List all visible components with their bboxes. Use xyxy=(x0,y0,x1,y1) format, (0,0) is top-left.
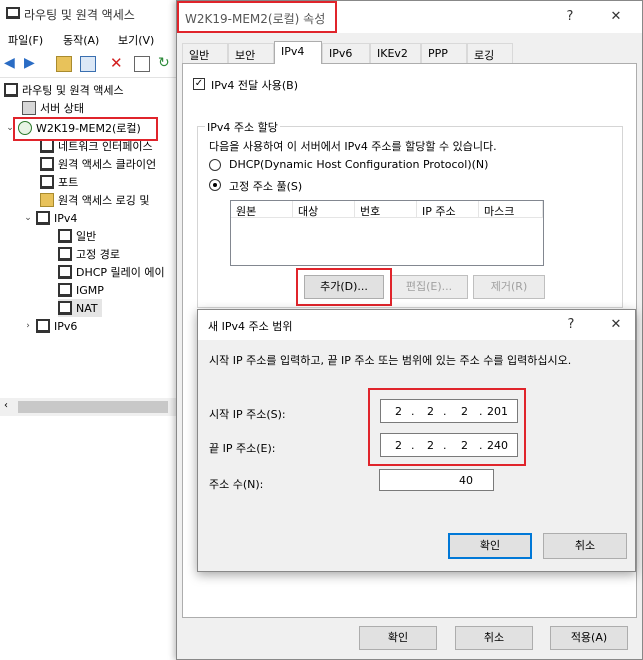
column-number[interactable]: 번호 xyxy=(355,201,417,218)
assignment-description: 다음을 사용하여 이 서버에서 IPv4 주소를 할당할 수 있습니다. xyxy=(209,140,497,153)
menu-view[interactable]: 보기(V) xyxy=(118,32,154,48)
general-icon xyxy=(58,229,72,243)
tree-item-general[interactable]: 일반 xyxy=(58,227,96,245)
help-button[interactable]: ? xyxy=(561,315,581,335)
expand-chevron-icon[interactable]: › xyxy=(22,321,34,331)
mmc-title: 라우팅 및 원격 액세스 xyxy=(24,8,135,22)
tree-item-nat[interactable]: NAT xyxy=(58,299,102,317)
collapse-chevron-icon[interactable]: ⌄ xyxy=(22,213,34,223)
static-pool-label: 고정 주소 풀(S) xyxy=(229,180,303,193)
tab-security[interactable]: 보안 xyxy=(228,43,274,63)
address-count-label: 주소 수(N): xyxy=(209,478,264,491)
tab-ikev2[interactable]: IKEv2 xyxy=(370,43,421,63)
close-button[interactable]: ✕ xyxy=(606,7,626,27)
range-ok-button[interactable]: 확인 xyxy=(448,533,532,559)
rras-app-icon xyxy=(6,7,20,19)
show-hide-tree-icon[interactable] xyxy=(80,56,96,72)
ipv6-icon xyxy=(36,319,50,333)
title-highlight xyxy=(177,1,337,33)
scroll-thumb[interactable] xyxy=(18,401,168,413)
clients-icon xyxy=(40,157,54,171)
server-icon xyxy=(4,83,18,97)
ipv4-icon xyxy=(36,211,50,225)
edit-button[interactable]: 편집(E)... xyxy=(390,275,468,299)
help-button[interactable]: ? xyxy=(560,7,580,27)
column-source[interactable]: 원본 xyxy=(231,201,293,218)
new-range-title-bar: 새 IPv4 주소 범위 ? ✕ xyxy=(198,310,635,340)
tree-item-server-status[interactable]: 서버 상태 xyxy=(22,99,84,117)
server-highlight xyxy=(13,117,158,141)
tree-item-root[interactable]: 라우팅 및 원격 액세스 xyxy=(4,81,124,99)
column-mask[interactable]: 마스크 xyxy=(479,201,543,218)
scroll-left-icon[interactable]: ‹ xyxy=(4,400,8,411)
forwarding-checkbox[interactable]: ✓ xyxy=(193,78,205,90)
properties-icon[interactable] xyxy=(134,56,150,72)
tab-ipv4[interactable]: IPv4 xyxy=(274,41,322,64)
server-status-icon xyxy=(22,101,36,115)
apply-button[interactable]: 적용(A) xyxy=(550,626,628,650)
console-tree: 라우팅 및 원격 액세스 서버 상태 ⌄ W2K19-MEM2(로컬) 네트워크… xyxy=(0,79,180,660)
start-ip-label: 시작 IP 주소(S): xyxy=(209,408,286,421)
ok-button[interactable]: 확인 xyxy=(359,626,437,650)
remove-button[interactable]: 제거(R) xyxy=(473,275,545,299)
ports-icon xyxy=(40,175,54,189)
column-ip-address[interactable]: IP 주소 xyxy=(417,201,479,218)
igmp-icon xyxy=(58,283,72,297)
back-arrow-icon[interactable]: ◀ xyxy=(4,56,20,72)
range-cancel-button[interactable]: 취소 xyxy=(543,533,627,559)
forward-arrow-icon[interactable]: ▶ xyxy=(24,56,40,72)
tree-horizontal-scrollbar[interactable]: ‹ xyxy=(0,398,180,416)
tab-strip: 일반 보안 IPv4 IPv6 IKEv2 PPP 로깅 xyxy=(182,41,637,64)
tab-general[interactable]: 일반 xyxy=(182,43,228,63)
column-destination[interactable]: 대상 xyxy=(293,201,355,218)
new-range-dialog: 새 IPv4 주소 범위 ? ✕ 시작 IP 주소를 입력하고, 끝 IP 주소… xyxy=(197,309,636,572)
add-button-highlight xyxy=(296,268,392,306)
tab-logging[interactable]: 로깅 xyxy=(467,43,513,63)
dhcp-relay-icon xyxy=(58,265,72,279)
tab-ppp[interactable]: PPP xyxy=(421,43,467,63)
dhcp-radio[interactable] xyxy=(209,159,221,171)
address-assignment-label: IPv4 주소 할당 xyxy=(205,119,280,135)
cancel-button[interactable]: 취소 xyxy=(455,626,533,650)
tree-item-ipv6[interactable]: › IPv6 xyxy=(22,317,77,335)
menu-action[interactable]: 동작(A) xyxy=(63,32,99,48)
tree-item-logging[interactable]: 원격 액세스 로깅 및 xyxy=(40,191,149,209)
close-button[interactable]: ✕ xyxy=(606,315,626,335)
static-routes-icon xyxy=(58,247,72,261)
forwarding-label: IPv4 전달 사용(B) xyxy=(211,79,298,92)
delete-icon[interactable]: ✕ xyxy=(110,56,126,72)
end-ip-label: 끝 IP 주소(E): xyxy=(209,442,276,455)
ip-range-highlight xyxy=(368,388,526,466)
dhcp-radio-label: DHCP(Dynamic Host Configuration Protocol… xyxy=(229,158,489,171)
up-folder-icon[interactable] xyxy=(56,56,72,72)
address-pool-list[interactable]: 원본 대상 번호 IP 주소 마스크 xyxy=(230,200,544,266)
tree-item-ipv4[interactable]: ⌄ IPv4 xyxy=(22,209,77,227)
interfaces-icon xyxy=(40,139,54,153)
tree-item-remote-clients[interactable]: 원격 액세스 클라이언 xyxy=(40,155,156,173)
static-pool-radio[interactable] xyxy=(209,179,221,191)
range-instruction: 시작 IP 주소를 입력하고, 끝 IP 주소 또는 범위에 있는 주소 수를 … xyxy=(209,354,572,367)
folder-icon xyxy=(40,193,54,207)
nat-icon xyxy=(58,301,72,315)
menu-file[interactable]: 파일(F) xyxy=(8,32,43,48)
tree-item-dhcp-relay[interactable]: DHCP 릴레이 에이 xyxy=(58,263,165,281)
refresh-icon[interactable]: ↻ xyxy=(158,56,174,72)
new-range-title: 새 IPv4 주소 범위 xyxy=(208,320,293,333)
tree-item-static-routes[interactable]: 고정 경로 xyxy=(58,245,120,263)
address-count-field[interactable]: 40 xyxy=(379,469,494,491)
tree-item-igmp[interactable]: IGMP xyxy=(58,281,104,299)
tab-ipv6[interactable]: IPv6 xyxy=(322,43,370,63)
tree-item-ports[interactable]: 포트 xyxy=(40,173,78,191)
